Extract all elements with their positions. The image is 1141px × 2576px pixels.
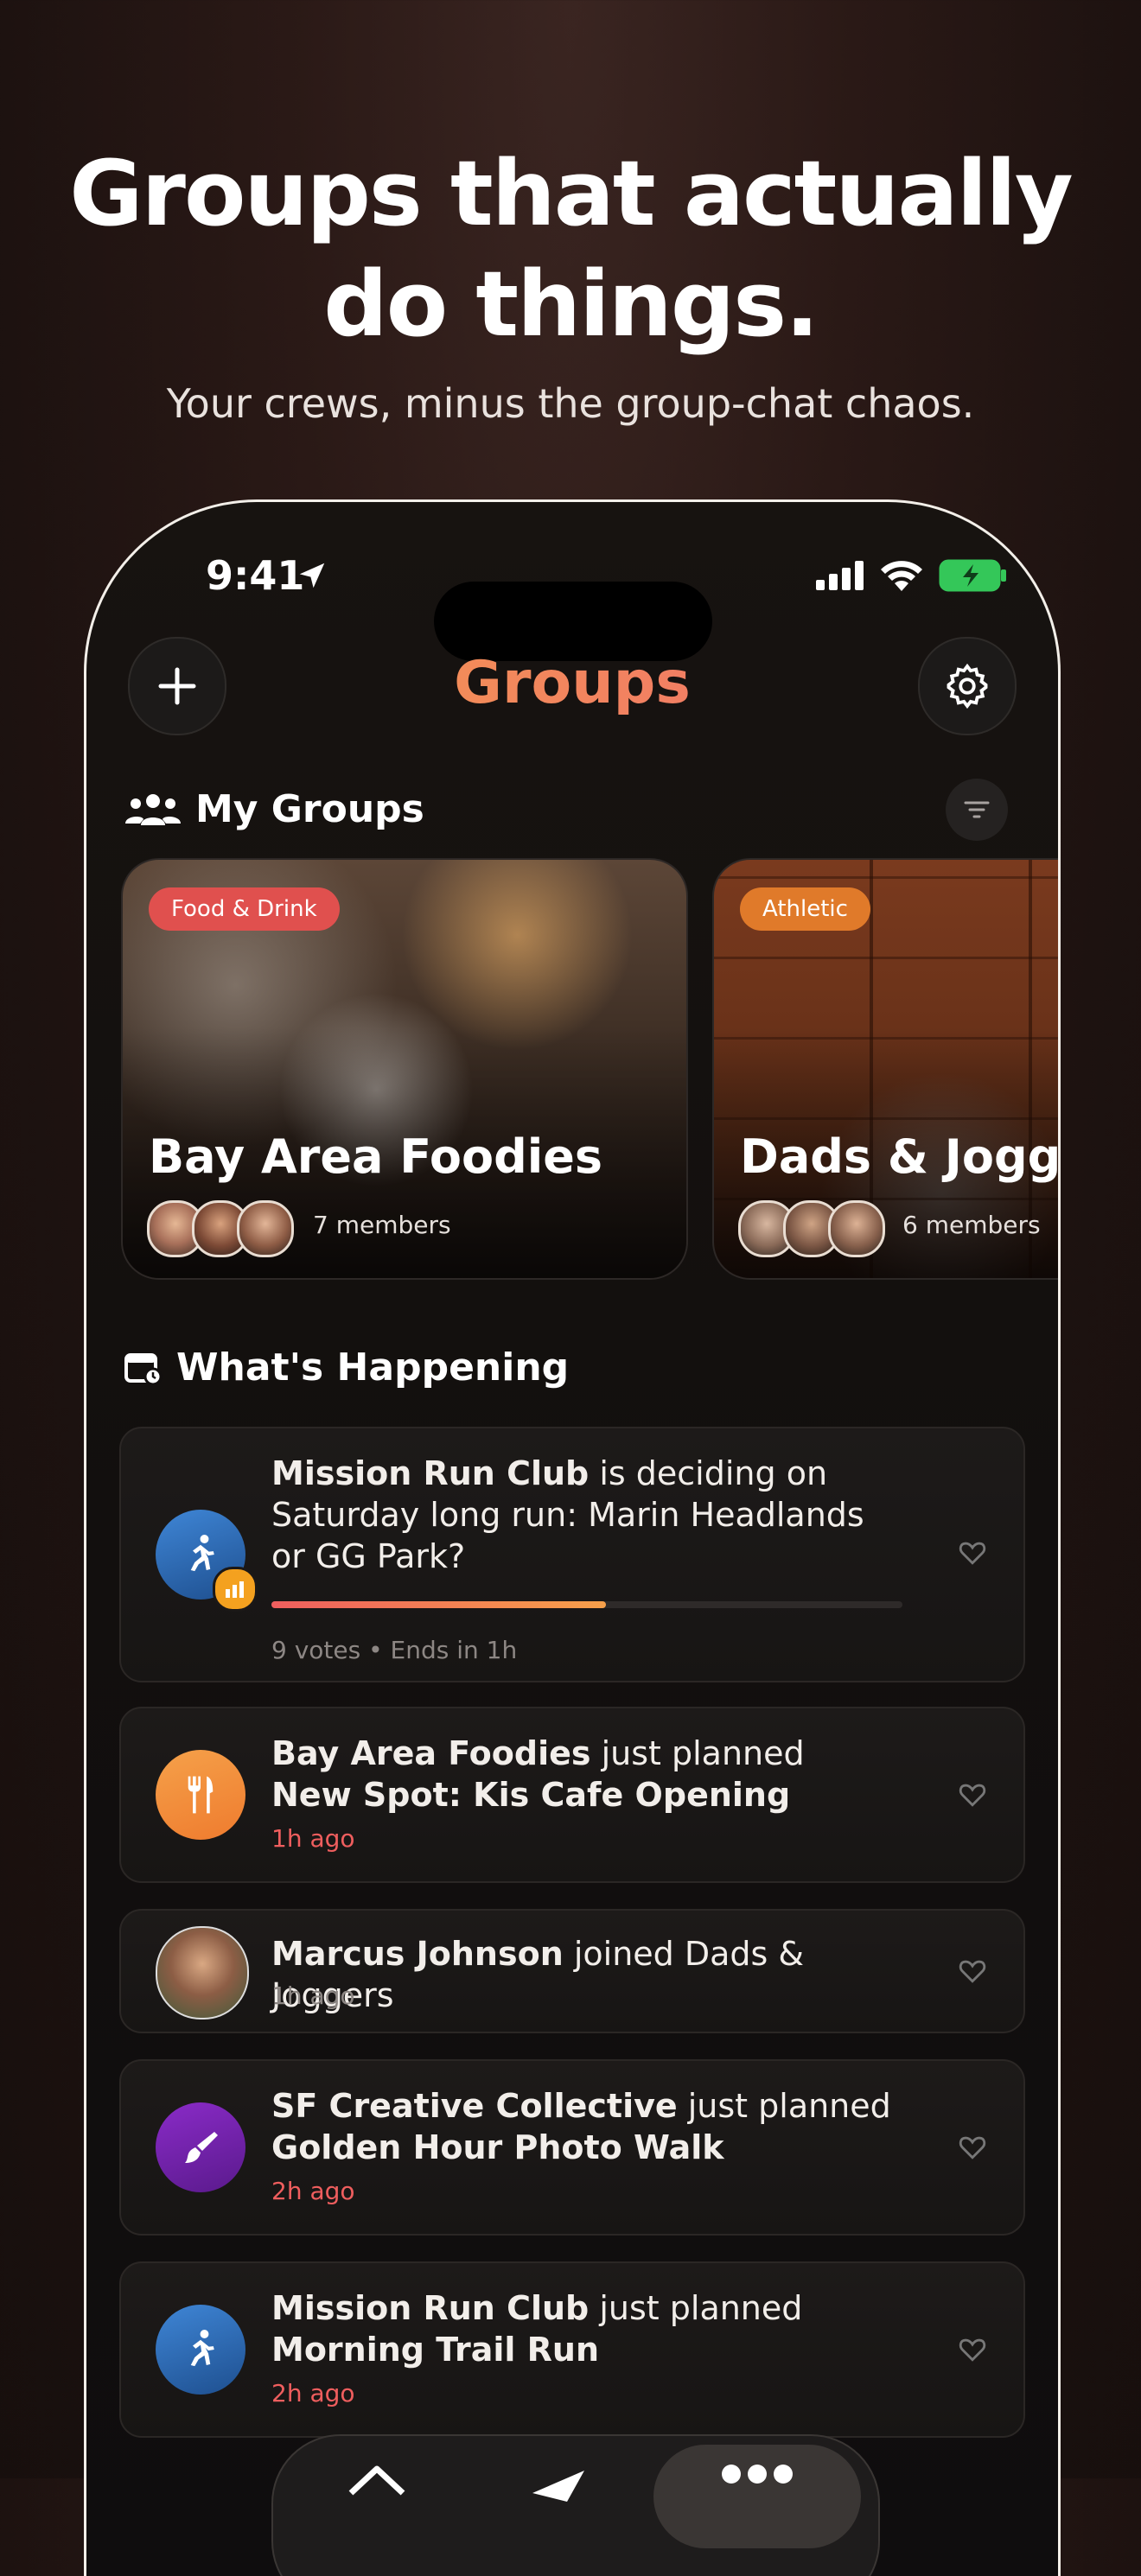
filter-lines-icon xyxy=(964,801,990,818)
feed-text: Mission Run Club is deciding on Saturday… xyxy=(271,1453,894,1577)
feed-item-planned[interactable]: Bay Area Foodies just planned New Spot: … xyxy=(119,1707,1025,1883)
avatar xyxy=(156,1926,249,2019)
settings-button[interactable] xyxy=(918,637,1017,735)
calendar-activity-icon xyxy=(124,1352,163,1385)
signal-icon xyxy=(816,561,864,590)
bar-chart-icon xyxy=(226,1581,244,1598)
status-icons xyxy=(816,559,1008,592)
feed-event-name: Morning Trail Run xyxy=(271,2331,599,2369)
feed-text: Bay Area Foodies just planned New Spot: … xyxy=(271,1733,894,1816)
foodies-avatar xyxy=(156,1750,245,1840)
fork-knife-icon xyxy=(188,1776,214,1814)
tab-groups[interactable] xyxy=(653,2445,861,2548)
filter-button[interactable] xyxy=(946,779,1008,841)
run-club-avatar xyxy=(156,1510,258,1612)
page-title: Groups xyxy=(86,649,1058,717)
headline: Groups that actually do things. xyxy=(0,138,1141,359)
category-tag: Food & Drink xyxy=(149,887,340,931)
feed-item-planned[interactable]: Mission Run Club just planned Morning Tr… xyxy=(119,2261,1025,2438)
heart-icon[interactable] xyxy=(958,1956,987,1985)
headline-line-1: Groups that actually xyxy=(69,141,1073,246)
tab-explore[interactable] xyxy=(524,2458,593,2510)
subheadline: Your crews, minus the group-chat chaos. xyxy=(166,380,975,427)
feed-event-name: Golden Hour Photo Walk xyxy=(271,2128,724,2166)
feed-meta: 1h ago xyxy=(271,1981,355,2010)
feed-text: Marcus Johnson joined Dads & Joggers xyxy=(271,1933,894,2016)
feed-item-planned[interactable]: SF Creative Collective just planned Gold… xyxy=(119,2059,1025,2236)
my-groups-heading: My Groups xyxy=(124,787,424,831)
feed-group-name: SF Creative Collective xyxy=(271,2087,678,2125)
feed-group-name: Bay Area Foodies xyxy=(271,1734,591,1772)
run-club-avatar xyxy=(156,2305,245,2395)
member-count: 7 members xyxy=(313,1211,451,1239)
heart-icon[interactable] xyxy=(958,1537,987,1567)
whats-happening-heading: What's Happening xyxy=(124,1345,569,1390)
feed-meta: 1h ago xyxy=(271,1824,355,1853)
group-name: Dads & Joggers xyxy=(740,1129,1061,1184)
avatar xyxy=(828,1200,885,1257)
location-arrow-icon xyxy=(299,563,325,588)
creative-collective-avatar xyxy=(156,2102,245,2192)
member-avatars xyxy=(147,1200,294,1257)
battery-charging-icon xyxy=(939,559,1006,592)
status-time: 9:41 xyxy=(206,552,305,599)
feed-group-name: Marcus Johnson xyxy=(271,1935,564,1973)
feed-meta: 9 votes • Ends in 1h xyxy=(271,1636,518,1664)
brush-icon xyxy=(185,2132,218,2163)
feed-action: just planned xyxy=(590,1734,805,1772)
feed-item-poll[interactable]: Mission Run Club is deciding on Saturday… xyxy=(119,1427,1025,1682)
heart-icon[interactable] xyxy=(958,2132,987,2161)
feed-text: Mission Run Club just planned Morning Tr… xyxy=(271,2287,894,2370)
heart-icon[interactable] xyxy=(958,2334,987,2363)
feed-group-name: Mission Run Club xyxy=(271,2289,590,2327)
runner-icon xyxy=(190,1535,214,1572)
member-avatars xyxy=(738,1200,885,1257)
avatar xyxy=(237,1200,294,1257)
feed-action: just planned xyxy=(677,2087,891,2125)
feed-group-name: Mission Run Club xyxy=(271,1454,590,1492)
wifi-icon xyxy=(881,561,922,591)
people-icon xyxy=(125,793,181,825)
home-icon xyxy=(348,2465,405,2496)
send-icon xyxy=(532,2471,584,2502)
gear-icon xyxy=(947,663,988,709)
feed-event-name: New Spot: Kis Cafe Opening xyxy=(271,1776,791,1814)
poll-progress-fill xyxy=(271,1601,606,1608)
feed-meta: 2h ago xyxy=(271,2177,355,2205)
status-bar: 9:41 xyxy=(86,552,1058,661)
poll-progress-track xyxy=(271,1601,902,1608)
feed-meta: 2h ago xyxy=(271,2379,355,2407)
phone-frame: 9:41 Groups My Groups Food & Drink Bay A… xyxy=(84,499,1061,2576)
member-count: 6 members xyxy=(902,1211,1041,1239)
heart-icon[interactable] xyxy=(958,1779,987,1809)
headline-line-2: do things. xyxy=(323,251,819,357)
poll-badge xyxy=(213,1567,258,1612)
my-groups-label: My Groups xyxy=(195,787,424,831)
tab-home[interactable] xyxy=(342,2458,411,2510)
tab-bar xyxy=(271,2434,880,2576)
feed-action: just planned xyxy=(589,2289,803,2327)
whats-happening-label: What's Happening xyxy=(176,1345,570,1390)
group-card-bay-area-foodies[interactable]: Food & Drink Bay Area Foodies 7 members xyxy=(121,858,688,1280)
group-name: Bay Area Foodies xyxy=(149,1129,603,1184)
more-dots-icon xyxy=(722,2465,793,2484)
category-tag: Athletic xyxy=(740,887,870,931)
feed-item-joined[interactable]: Marcus Johnson joined Dads & Joggers 1h … xyxy=(119,1909,1025,2033)
group-card-dads-joggers[interactable]: Athletic Dads & Joggers 6 members xyxy=(712,858,1061,1280)
feed-text: SF Creative Collective just planned Gold… xyxy=(271,2085,894,2168)
runner-icon xyxy=(190,2330,214,2367)
